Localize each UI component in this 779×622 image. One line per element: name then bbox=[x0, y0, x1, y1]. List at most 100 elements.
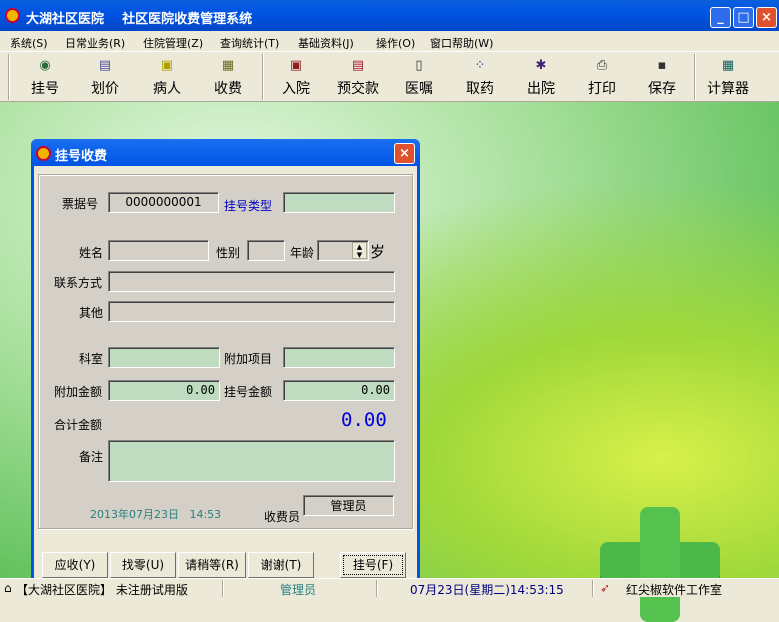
menu-inpatient[interactable]: 住院管理(Z) bbox=[143, 35, 203, 51]
toolbar-button-admission[interactable]: ▣ 入院 bbox=[266, 52, 326, 102]
pricing-icon: ▤ bbox=[98, 58, 112, 73]
toolbar-label: 保存 bbox=[648, 81, 676, 97]
app-icon bbox=[5, 8, 20, 23]
toolbar-button-pricing[interactable]: ▤ 划价 bbox=[75, 52, 135, 102]
other-input[interactable] bbox=[108, 301, 395, 322]
toolbar-label: 入院 bbox=[282, 81, 310, 97]
cashier-label: 收费员 bbox=[264, 510, 301, 524]
dialog-title: 挂号收费 bbox=[55, 149, 108, 164]
plus-decoration bbox=[640, 507, 680, 622]
gender-input[interactable] bbox=[247, 240, 285, 261]
contact-input[interactable] bbox=[108, 271, 395, 292]
patient-icon: ▣ bbox=[160, 58, 174, 73]
form-datetime: 2013年07月23日 14:53 bbox=[90, 508, 222, 521]
toolbar-button-patient[interactable]: ▣ 病人 bbox=[137, 52, 197, 102]
window-title: 大湖社区医院 社区医院收费管理系统 bbox=[26, 12, 253, 27]
register-icon: ◉ bbox=[39, 58, 51, 73]
printer-icon: ⎙ bbox=[596, 58, 608, 73]
receivable-button[interactable]: 应收(Y) bbox=[42, 552, 108, 578]
title-bar: 大湖社区医院 社区医院收费管理系统 _ □ × bbox=[0, 0, 779, 31]
menu-basic[interactable]: 基础资料(J) bbox=[298, 35, 354, 51]
admission-icon: ▣ bbox=[289, 58, 303, 73]
total-label: 合计金额 bbox=[54, 418, 103, 432]
toolbar-label: 收费 bbox=[214, 81, 242, 97]
toolbar-button-discharge[interactable]: ✱ 出院 bbox=[511, 52, 571, 102]
dialog-close-button[interactable]: × bbox=[394, 143, 415, 164]
reg-amount-label: 挂号金额 bbox=[224, 385, 273, 399]
toolbar-label: 计算器 bbox=[707, 81, 749, 97]
toolbar-button-charge[interactable]: ▦ 收费 bbox=[198, 52, 258, 102]
extra-amount-field[interactable]: 0.00 bbox=[108, 380, 220, 401]
status-datetime: 07月23日(星期二)14:53:15 bbox=[410, 583, 564, 597]
discharge-icon: ✱ bbox=[535, 58, 547, 73]
dialog-icon bbox=[36, 146, 51, 161]
type-label: 挂号类型 bbox=[224, 199, 273, 213]
dept-field[interactable] bbox=[108, 347, 220, 368]
toolbar: ◉ 挂号 ▤ 划价 ▣ 病人 ▦ 收费 ▣ 入院 ▤ 预交款 ▯ 医嘱 ⁘ 取药 ✱ 出院 ⎙ 打印 ▪ 保存 ▦ 计算器 bbox=[0, 52, 779, 102]
toolbar-button-doctor-order[interactable]: ▯ 医嘱 bbox=[389, 52, 449, 102]
note-textarea[interactable] bbox=[108, 440, 395, 482]
age-unit: 岁 bbox=[370, 243, 386, 261]
register-button[interactable]: 挂号(F) bbox=[340, 552, 406, 578]
menu-system[interactable]: 系统(S) bbox=[10, 35, 48, 51]
medicine-icon: ⁘ bbox=[474, 58, 486, 73]
type-field[interactable] bbox=[283, 192, 395, 213]
toolbar-button-register[interactable]: ◉ 挂号 bbox=[15, 52, 75, 102]
toolbar-label: 预交款 bbox=[337, 81, 379, 97]
toolbar-separator bbox=[8, 54, 10, 100]
extra-amount-label: 附加金额 bbox=[54, 385, 103, 399]
dept-label: 科室 bbox=[79, 352, 104, 366]
close-button[interactable]: × bbox=[756, 7, 777, 28]
home-icon: ⌂ bbox=[4, 581, 12, 595]
form-panel: 票据号 0000000001 挂号类型 姓名 性别 年龄 ▲ ▼ 岁 联系方式 其… bbox=[38, 174, 413, 529]
toolbar-label: 挂号 bbox=[31, 81, 59, 97]
menu-bar: 系统(S) 日常业务(R) 住院管理(Z) 查询统计(T) 基础资料(J) 操作… bbox=[0, 31, 779, 52]
name-label: 姓名 bbox=[79, 246, 104, 260]
ticket-field: 0000000001 bbox=[108, 192, 219, 213]
age-spinner[interactable]: ▲ ▼ bbox=[352, 242, 367, 259]
name-input[interactable] bbox=[108, 240, 209, 261]
toolbar-separator bbox=[694, 54, 696, 100]
charge-icon: ▦ bbox=[221, 58, 235, 73]
total-value: 0.00 bbox=[341, 409, 387, 431]
vendor-icon: ➶ bbox=[600, 581, 611, 595]
minimize-button[interactable]: _ bbox=[710, 7, 731, 28]
toolbar-label: 医嘱 bbox=[405, 81, 433, 97]
status-vendor: 红尖椒软件工作室 bbox=[626, 583, 723, 597]
dialog-body: 票据号 0000000001 挂号类型 姓名 性别 年龄 ▲ ▼ 岁 联系方式 其… bbox=[34, 166, 417, 578]
toolbar-label: 打印 bbox=[588, 81, 616, 97]
menu-query[interactable]: 查询统计(T) bbox=[220, 35, 279, 51]
thanks-button[interactable]: 谢谢(T) bbox=[248, 552, 314, 578]
extra-item-field[interactable] bbox=[283, 347, 395, 368]
status-user: 管理员 bbox=[280, 583, 317, 597]
registration-dialog: 挂号收费 × 票据号 0000000001 挂号类型 姓名 性别 年龄 ▲ ▼ 岁… bbox=[31, 139, 420, 578]
toolbar-button-prepay[interactable]: ▤ 预交款 bbox=[328, 52, 388, 102]
age-label: 年龄 bbox=[290, 246, 315, 260]
toolbar-separator bbox=[262, 54, 264, 100]
wait-button[interactable]: 请稍等(R) bbox=[178, 552, 246, 578]
toolbar-button-calculator[interactable]: ▦ 计算器 bbox=[698, 52, 758, 102]
menu-operation[interactable]: 操作(O) bbox=[376, 35, 415, 51]
contact-label: 联系方式 bbox=[54, 276, 103, 290]
note-label: 备注 bbox=[79, 450, 104, 464]
gender-label: 性别 bbox=[216, 246, 241, 260]
prepay-icon: ▤ bbox=[351, 58, 365, 73]
reg-amount-field[interactable]: 0.00 bbox=[283, 380, 395, 401]
toolbar-button-medicine[interactable]: ⁘ 取药 bbox=[450, 52, 510, 102]
toolbar-button-printer[interactable]: ⎙ 打印 bbox=[572, 52, 632, 102]
toolbar-label: 病人 bbox=[153, 81, 181, 97]
toolbar-label: 划价 bbox=[91, 81, 119, 97]
toolbar-label: 取药 bbox=[466, 81, 494, 97]
status-bar: ⌂ 【大湖社区医院】 未注册试用版 管理员 07月23日(星期二)14:53:1… bbox=[0, 578, 779, 597]
other-label: 其他 bbox=[79, 306, 104, 320]
calculator-icon: ▦ bbox=[721, 58, 735, 73]
menu-daily[interactable]: 日常业务(R) bbox=[65, 35, 125, 51]
status-hospital: 【大湖社区医院】 未注册试用版 bbox=[16, 583, 188, 597]
maximize-button[interactable]: □ bbox=[733, 7, 754, 28]
toolbar-button-save[interactable]: ▪ 保存 bbox=[632, 52, 692, 102]
menu-window-help[interactable]: 窗口帮助(W) bbox=[430, 35, 493, 51]
cashier-field: 管理员 bbox=[303, 495, 394, 516]
toolbar-label: 出院 bbox=[527, 81, 555, 97]
change-button[interactable]: 找零(U) bbox=[110, 552, 176, 578]
extra-item-label: 附加项目 bbox=[224, 352, 273, 366]
